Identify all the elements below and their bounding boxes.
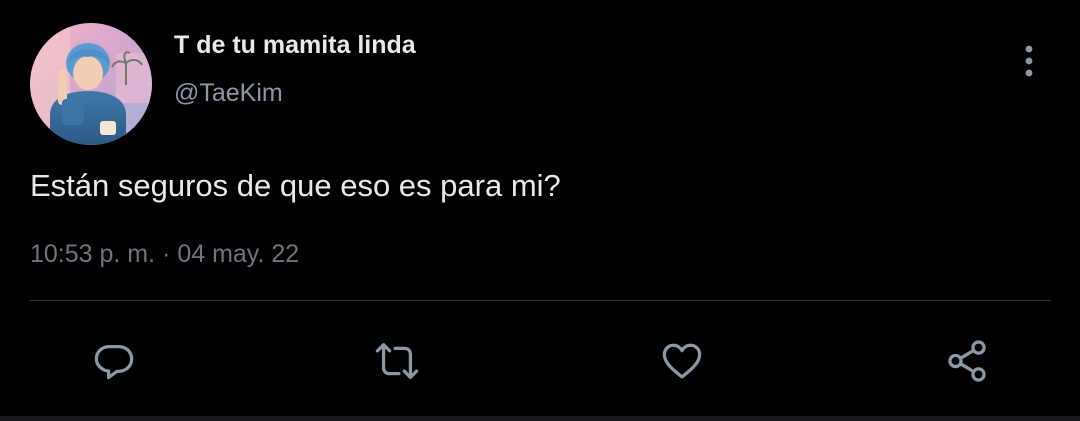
retweet-icon xyxy=(375,343,419,379)
heart-icon xyxy=(662,343,702,379)
avatar[interactable] xyxy=(30,23,152,145)
like-button[interactable] xyxy=(655,334,709,388)
bottom-edge xyxy=(0,416,1080,421)
tweet-date: 04 may. 22 xyxy=(177,240,300,268)
share-icon xyxy=(948,340,986,382)
meta-separator: · xyxy=(162,240,171,268)
tweet-timestamp[interactable]: 10:53 p. m. · 04 may. 22 xyxy=(30,240,299,269)
reply-icon xyxy=(94,344,134,380)
tweet-text: Están seguros de que eso es para mi? xyxy=(30,168,561,203)
divider xyxy=(30,300,1051,301)
display-name[interactable]: T de tu mamita linda xyxy=(174,31,416,60)
share-button[interactable] xyxy=(940,334,994,388)
retweet-button[interactable] xyxy=(370,334,424,388)
tweet-time: 10:53 p. m. xyxy=(30,240,156,268)
reply-button[interactable] xyxy=(87,334,141,388)
more-vertical-icon xyxy=(1025,45,1033,77)
more-options-button[interactable] xyxy=(1010,42,1048,80)
avatar-image xyxy=(30,23,152,145)
user-handle[interactable]: @TaeKim xyxy=(174,79,283,108)
tweet-detail: T de tu mamita linda @TaeKim Están segur… xyxy=(0,0,1080,421)
